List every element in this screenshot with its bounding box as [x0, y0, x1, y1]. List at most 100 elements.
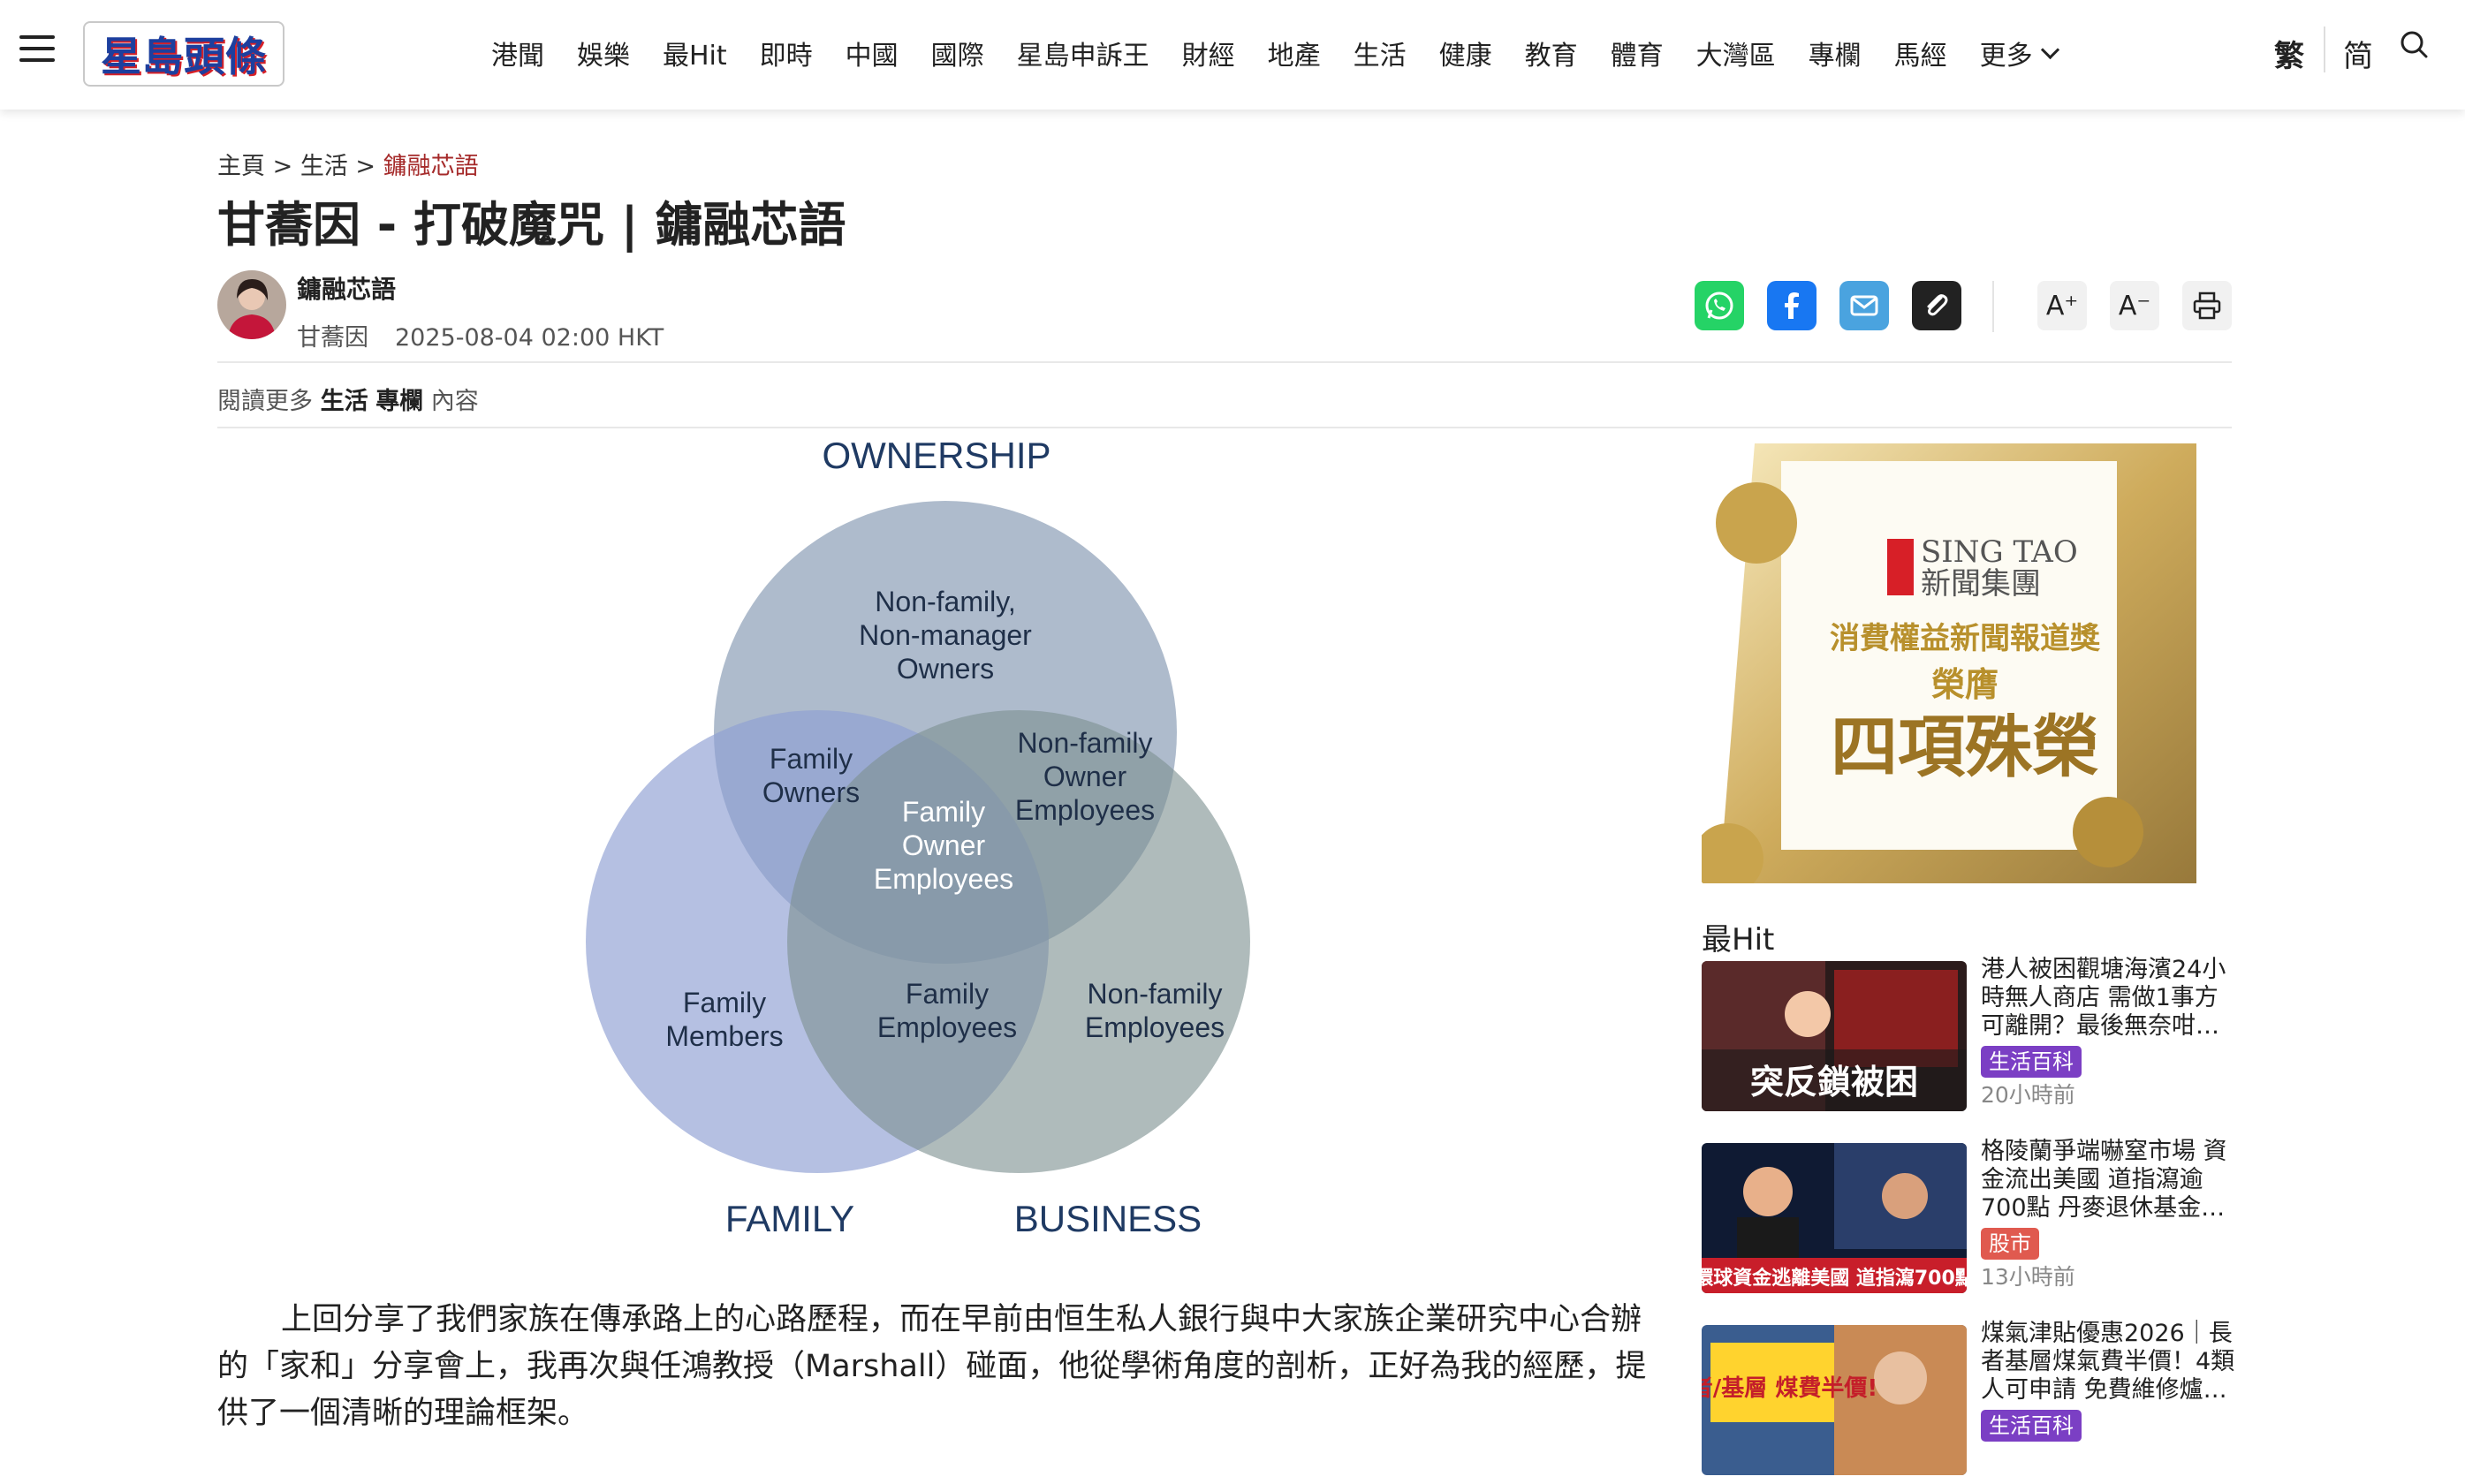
- label-ownership: OWNERSHIP: [822, 435, 1050, 476]
- facebook-icon: [1785, 292, 1799, 319]
- breadcrumb-separator: >: [355, 153, 376, 180]
- hit-time-ago: 13小時前: [1981, 1264, 2075, 1290]
- hit-list-item[interactable]: 環球資金逃離美國 道指瀉700點 格陵蘭爭端嚇窒市場 資金流出美國 道指瀉逾70…: [1702, 1138, 2232, 1302]
- read-more-suffix: 內容: [430, 388, 479, 415]
- hit-category-tag[interactable]: 生活百科: [1981, 1410, 2082, 1442]
- region-nf-owner-emp-line1: Non-family: [1018, 727, 1153, 759]
- region-nf-employees-line1: Non-family: [1088, 978, 1223, 1010]
- read-more-bar: 閱讀更多 生活 專欄 內容: [217, 382, 479, 416]
- nav-item-china[interactable]: 中國: [846, 34, 899, 72]
- font-decrease-button[interactable]: A⁻: [2110, 281, 2159, 330]
- menu-icon[interactable]: [19, 35, 55, 65]
- gold-ball-decoration: [2073, 797, 2143, 867]
- font-increase-icon: A⁺: [2045, 290, 2079, 322]
- nav-item-hk-news[interactable]: 港聞: [491, 34, 544, 72]
- toolbar-divider: [1992, 281, 1994, 332]
- nav-item-columns[interactable]: 專欄: [1809, 34, 1862, 72]
- hit-thumbnail: 突反鎖被困: [1702, 961, 1967, 1111]
- nav-item-international[interactable]: 國際: [931, 34, 984, 72]
- nav-item-gba[interactable]: 大灣區: [1696, 34, 1776, 72]
- region-nf-owner-emp-line3: Employees: [1015, 794, 1155, 826]
- whatsapp-share-button[interactable]: [1695, 281, 1744, 330]
- top-navigation-bar: 星島頭條 港聞 娛樂 最Hit 即時 中國 國際 星島申訴王 財經 地產 生活 …: [0, 0, 2465, 110]
- region-center-line3: Employees: [874, 863, 1013, 895]
- label-family: FAMILY: [725, 1198, 854, 1239]
- author-avatar[interactable]: [217, 270, 286, 339]
- font-decrease-icon: A⁻: [2118, 290, 2151, 322]
- label-business: BUSINESS: [1014, 1198, 1202, 1239]
- article-venn-diagram: OWNERSHIP FAMILY BUSINESS Non-family, No…: [586, 435, 1250, 1239]
- email-share-button[interactable]: [1839, 281, 1889, 330]
- region-center-line1: Family: [902, 796, 985, 828]
- ad-line3: 四項殊榮: [1831, 708, 2099, 786]
- hit-title[interactable]: 煤氣津貼優惠2026｜長者基層煤氣費半價！4類人可申請 免費維修爐…: [1981, 1320, 2237, 1404]
- hit-title[interactable]: 格陵蘭爭端嚇窒市場 資金流出美國 道指瀉逾700點 丹麥退休基金…: [1981, 1138, 2237, 1223]
- gold-ball-decoration: [1716, 482, 1797, 564]
- nav-item-more[interactable]: 更多: [1979, 34, 2059, 72]
- nav-item-horse-racing[interactable]: 馬經: [1894, 34, 1947, 72]
- print-button[interactable]: [2182, 281, 2232, 330]
- ad-brand-zh: 新聞集團: [1921, 566, 2041, 602]
- nav-item-finance[interactable]: 財經: [1182, 34, 1235, 72]
- nav-item-property[interactable]: 地產: [1268, 34, 1321, 72]
- hit-list-item[interactable]: 長者/基層 煤費半價! 煤氣津貼優惠2026｜長者基層煤氣費半價！4類人可申請 …: [1702, 1320, 2234, 1484]
- hit-category-tag[interactable]: 股市: [1981, 1228, 2039, 1260]
- site-logo-text: 星島頭條: [101, 33, 267, 80]
- hit-category-tag[interactable]: 生活百科: [1981, 1046, 2082, 1078]
- region-family-members-line2: Members: [665, 1020, 783, 1052]
- font-increase-button[interactable]: A⁺: [2037, 281, 2087, 330]
- region-family-employees-line1: Family: [906, 978, 989, 1010]
- hit-list-item[interactable]: 突反鎖被困 港人被困觀塘海濱24小時無人商店 需做1事方可離開？最後無奈咁解… …: [1702, 956, 2232, 1120]
- lang-divider: [2324, 26, 2325, 72]
- breadcrumb-section[interactable]: 生活: [300, 153, 348, 180]
- nav-item-instant[interactable]: 即時: [760, 34, 813, 72]
- email-icon: [1850, 295, 1878, 316]
- nav-item-entertainment[interactable]: 娛樂: [577, 34, 630, 72]
- breadcrumb-separator: >: [272, 153, 293, 180]
- region-owners-line2: Non-manager: [859, 619, 1032, 651]
- nav-more-label: 更多: [1979, 41, 2033, 72]
- hit-title[interactable]: 港人被困觀塘海濱24小時無人商店 需做1事方可離開？最後無奈咁解…: [1981, 956, 2237, 1041]
- copy-link-button[interactable]: [1912, 281, 1961, 330]
- breadcrumb: 主頁 > 生活 > 鏞融芯語: [217, 147, 479, 181]
- nav-item-lifestyle[interactable]: 生活: [1354, 34, 1407, 72]
- read-more-tag-lifestyle[interactable]: 生活: [321, 388, 368, 415]
- nav-item-education[interactable]: 教育: [1525, 34, 1578, 72]
- breadcrumb-column[interactable]: 鏞融芯語: [383, 153, 479, 180]
- hit-thumbnail: 長者/基層 煤費半價!: [1702, 1325, 1967, 1475]
- hit-thumb-caption: 突反鎖被困: [1750, 1063, 1918, 1102]
- site-logo[interactable]: 星島頭條: [83, 21, 284, 87]
- lang-simplified-button[interactable]: 简: [2343, 32, 2373, 75]
- nav-item-complaints[interactable]: 星島申訴王: [1017, 34, 1149, 72]
- region-owners-line3: Owners: [897, 653, 994, 685]
- facebook-share-button[interactable]: [1767, 281, 1817, 330]
- print-icon: [2193, 292, 2221, 320]
- nav-item-health[interactable]: 健康: [1439, 34, 1492, 72]
- whatsapp-icon: [1705, 292, 1733, 320]
- read-more-prefix: 閱讀更多: [217, 388, 313, 415]
- nav-item-hit[interactable]: 最Hit: [663, 34, 727, 72]
- ad-line1: 消費權益新聞報道獎: [1830, 621, 2101, 656]
- lang-traditional-button[interactable]: 繁: [2274, 32, 2304, 75]
- ad-line2: 榮膺: [1931, 664, 1999, 704]
- ad-banner[interactable]: SING TAO 新聞集團 消費權益新聞報道獎 榮膺 四項殊榮: [1702, 443, 2196, 883]
- region-owners-line1: Non-family,: [875, 586, 1015, 617]
- column-name[interactable]: 鏞融芯語: [297, 270, 664, 306]
- search-icon[interactable]: [2400, 30, 2428, 58]
- main-nav: 港聞 娛樂 最Hit 即時 中國 國際 星島申訴王 財經 地產 生活 健康 教育…: [491, 34, 2090, 72]
- chevron-down-icon: [2040, 40, 2059, 59]
- hit-time-ago: 20小時前: [1981, 1082, 2075, 1108]
- ad-brand-en: SING TAO: [1921, 534, 2078, 570]
- article-title: 甘蕎因 - 打破魔咒 | 鏞融芯語: [217, 197, 846, 253]
- region-center-line2: Owner: [902, 829, 986, 861]
- author-name[interactable]: 甘蕎因: [297, 324, 368, 352]
- publish-date: 2025-08-04 02:00 HKT: [395, 324, 664, 352]
- region-family-members-line1: Family: [683, 987, 766, 1018]
- hit-thumb-caption: 長者/基層 煤費半價!: [1702, 1375, 1877, 1402]
- read-more-tag-columns[interactable]: 專欄: [375, 388, 423, 415]
- breadcrumb-home[interactable]: 主頁: [217, 153, 265, 180]
- nav-item-sports[interactable]: 體育: [1611, 34, 1664, 72]
- region-family-owners-line1: Family: [770, 743, 853, 775]
- article-meta: 甘蕎因 2025-08-04 02:00 HKT: [297, 318, 664, 352]
- hit-thumb-caption: 環球資金逃離美國 道指瀉700點: [1702, 1267, 1967, 1290]
